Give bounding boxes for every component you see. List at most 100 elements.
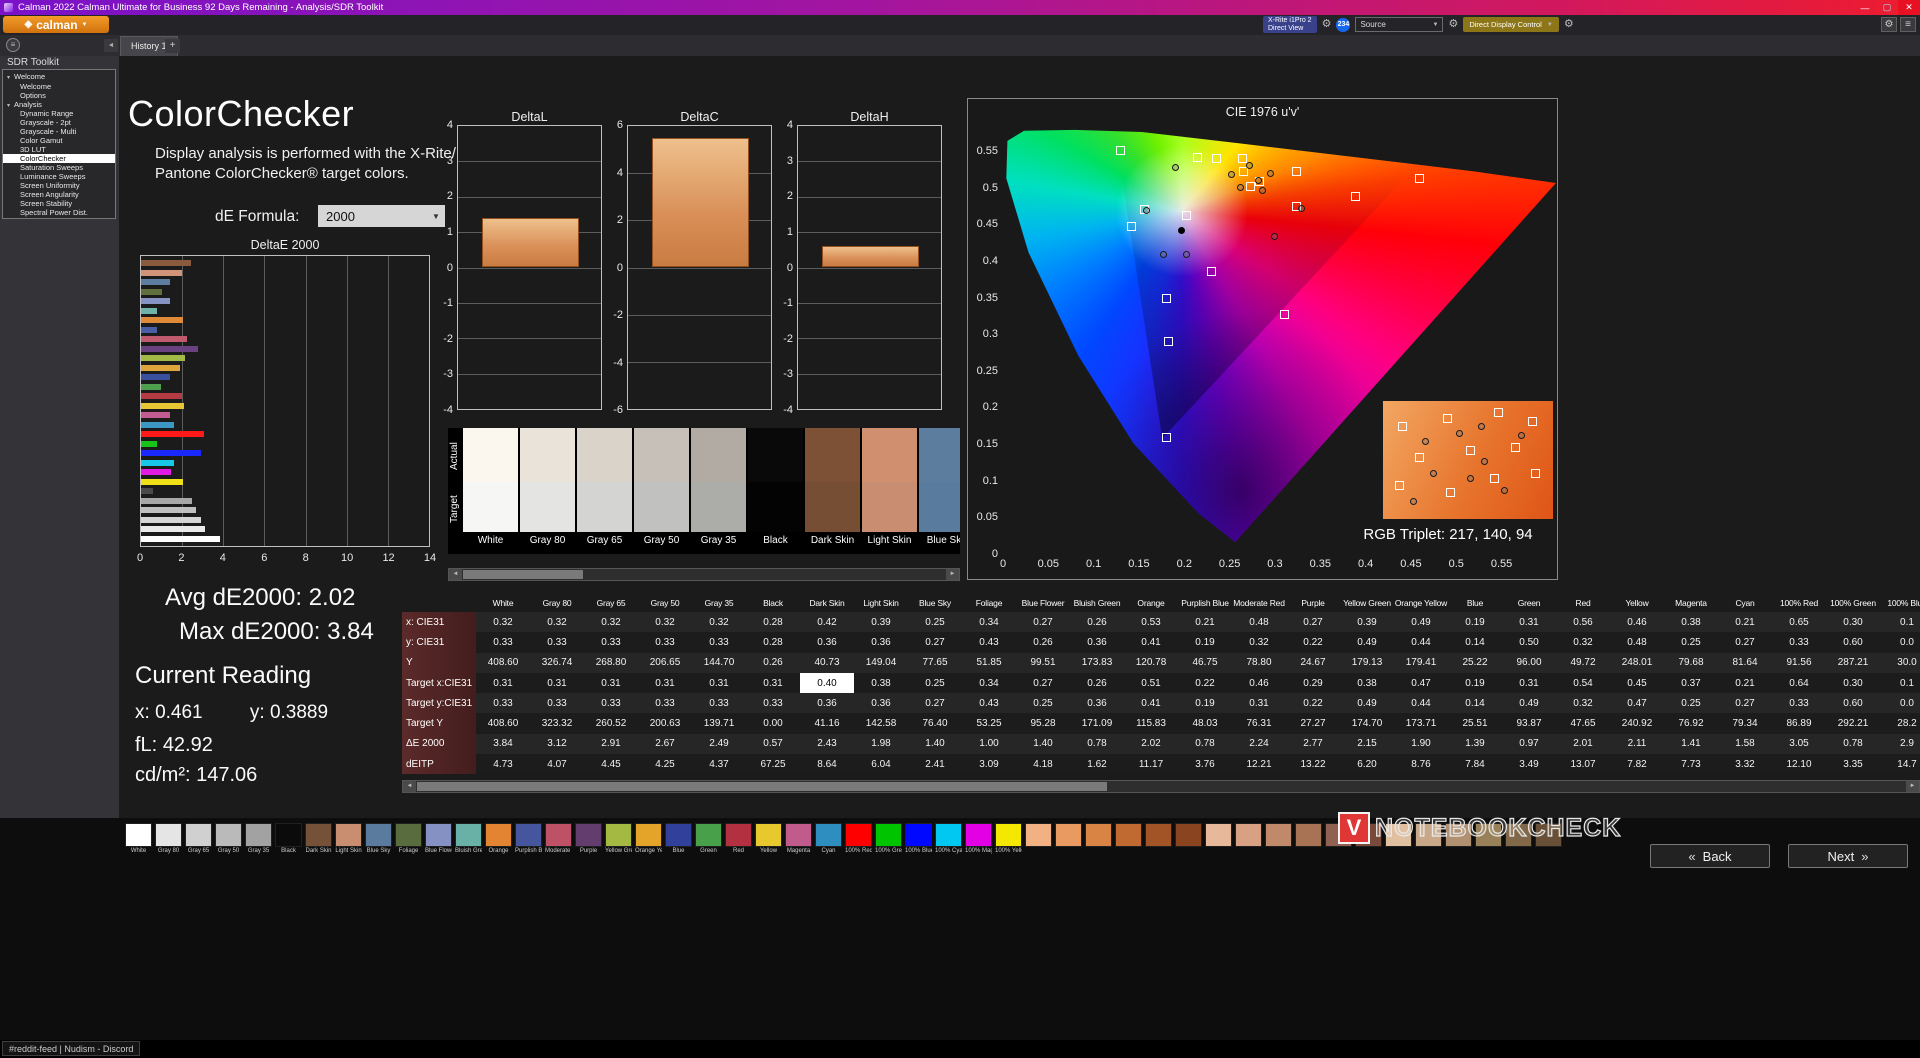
table-cell[interactable]: 27.27 xyxy=(1286,713,1340,733)
table-cell[interactable]: 0.21 xyxy=(1718,673,1772,693)
table-cell[interactable]: 0.19 xyxy=(1448,673,1502,693)
table-cell[interactable]: 49.72 xyxy=(1556,653,1610,673)
table-cell[interactable]: 0.56 xyxy=(1556,612,1610,632)
table-cell[interactable]: 4.07 xyxy=(530,754,584,774)
sidebar-item-color-gamut[interactable]: Color Gamut xyxy=(3,136,115,145)
table-cell[interactable]: 0.28 xyxy=(746,632,800,652)
table-cell[interactable]: 0.60 xyxy=(1826,693,1880,713)
table-cell[interactable]: 0.26 xyxy=(1070,612,1124,632)
table-cell[interactable]: 0.32 xyxy=(692,612,746,632)
table-cell[interactable]: 0.0 xyxy=(1880,693,1920,713)
table-cell[interactable]: 3.49 xyxy=(1502,754,1556,774)
table-cell[interactable]: 0.29 xyxy=(1286,673,1340,693)
table-cell[interactable]: 0.41 xyxy=(1124,632,1178,652)
table-cell[interactable]: 0.33 xyxy=(584,632,638,652)
table-cell[interactable]: 96.00 xyxy=(1502,653,1556,673)
table-cell[interactable]: 78.80 xyxy=(1232,653,1286,673)
minimize-button[interactable]: — xyxy=(1854,0,1876,15)
table-cell[interactable]: 0.50 xyxy=(1502,632,1556,652)
table-cell[interactable]: 0.39 xyxy=(854,612,908,632)
table-cell[interactable]: 0.27 xyxy=(1718,632,1772,652)
table-cell[interactable]: 2.24 xyxy=(1232,734,1286,754)
table-cell[interactable]: 1.40 xyxy=(1016,734,1070,754)
table-cell[interactable]: 287.21 xyxy=(1826,653,1880,673)
table-cell[interactable]: 2.49 xyxy=(692,734,746,754)
table-cell[interactable]: 0.27 xyxy=(1016,612,1070,632)
table-cell[interactable]: 0.21 xyxy=(1178,612,1232,632)
table-cell[interactable]: 0.1 xyxy=(1880,673,1920,693)
table-cell[interactable]: 0.53 xyxy=(1124,612,1178,632)
sidebar-item-luminance-sweeps[interactable]: Luminance Sweeps xyxy=(3,172,115,181)
table-cell[interactable]: 0.36 xyxy=(800,632,854,652)
sequence-patch-gray-65[interactable]: Gray 65 xyxy=(185,823,212,856)
tab-scroll-left-button[interactable]: ◄ xyxy=(104,39,118,52)
table-cell[interactable]: 13.22 xyxy=(1286,754,1340,774)
table-cell[interactable]: 14.7 xyxy=(1880,754,1920,774)
table-cell[interactable]: 206.65 xyxy=(638,653,692,673)
table-cell[interactable]: 4.45 xyxy=(584,754,638,774)
table-cell[interactable]: 81.64 xyxy=(1718,653,1772,673)
sidebar-item-screen-stability[interactable]: Screen Stability xyxy=(3,199,115,208)
sequence-patch-black[interactable]: Black xyxy=(275,823,302,856)
sidebar-item-options[interactable]: Options xyxy=(3,91,115,100)
table-cell[interactable]: 0.26 xyxy=(1016,632,1070,652)
add-tab-button[interactable]: + xyxy=(165,39,180,53)
table-cell[interactable]: 4.18 xyxy=(1016,754,1070,774)
table-cell[interactable]: 0.49 xyxy=(1340,693,1394,713)
table-cell[interactable]: 6.20 xyxy=(1340,754,1394,774)
sequence-patch-35[interactable] xyxy=(1175,823,1202,856)
table-cell[interactable]: 0.28 xyxy=(746,612,800,632)
table-cell[interactable]: 2.11 xyxy=(1610,734,1664,754)
table-cell[interactable]: 0.44 xyxy=(1394,693,1448,713)
table-cell[interactable]: 2.77 xyxy=(1286,734,1340,754)
table-cell[interactable]: 0.33 xyxy=(530,632,584,652)
table-cell[interactable]: 79.34 xyxy=(1718,713,1772,733)
table-cell[interactable]: 2.91 xyxy=(584,734,638,754)
table-cell[interactable]: 0.33 xyxy=(638,693,692,713)
sidebar-item-colorchecker[interactable]: ColorChecker xyxy=(3,154,115,163)
table-cell[interactable]: 0.33 xyxy=(692,632,746,652)
table-cell[interactable]: 0.22 xyxy=(1286,693,1340,713)
table-cell[interactable]: 0.19 xyxy=(1178,632,1232,652)
table-cell[interactable]: 0.32 xyxy=(1556,693,1610,713)
sequence-patch-gray-50[interactable]: Gray 50 xyxy=(215,823,242,856)
table-cell[interactable]: 0.41 xyxy=(1124,693,1178,713)
table-cell[interactable]: 41.16 xyxy=(800,713,854,733)
table-cell[interactable]: 7.84 xyxy=(1448,754,1502,774)
sequence-patch-dark-skin[interactable]: Dark Skin xyxy=(305,823,332,856)
sequence-patch-light-skin[interactable]: Light Skin xyxy=(335,823,362,856)
table-cell[interactable]: 2.43 xyxy=(800,734,854,754)
table-cell[interactable]: 0.31 xyxy=(638,673,692,693)
sequence-patch-purplish-blue[interactable]: Purplish Blue xyxy=(515,823,542,856)
table-cell[interactable]: 4.37 xyxy=(692,754,746,774)
table-cell[interactable]: 8.76 xyxy=(1394,754,1448,774)
table-cell[interactable]: 93.87 xyxy=(1502,713,1556,733)
table-cell[interactable]: 0.27 xyxy=(908,693,962,713)
table-cell[interactable]: 0.31 xyxy=(746,673,800,693)
table-cell[interactable]: 0.31 xyxy=(1232,693,1286,713)
table-cell[interactable]: 0.25 xyxy=(908,673,962,693)
strip-scrollbar[interactable]: ◄ ► xyxy=(448,568,960,581)
table-cell[interactable]: 6.04 xyxy=(854,754,908,774)
table-cell[interactable]: 2.67 xyxy=(638,734,692,754)
table-cell[interactable]: 25.22 xyxy=(1448,653,1502,673)
sequence-patch-orange[interactable]: Orange xyxy=(485,823,512,856)
table-cell[interactable]: 200.63 xyxy=(638,713,692,733)
table-cell[interactable]: 0.39 xyxy=(1340,612,1394,632)
table-cell[interactable]: 3.84 xyxy=(476,734,530,754)
display-settings-gear-icon[interactable]: ⚙ xyxy=(1564,19,1574,30)
meter-settings-gear-icon[interactable]: ⚙ xyxy=(1322,19,1332,30)
maximize-button[interactable]: ▢ xyxy=(1876,0,1898,15)
table-cell[interactable]: 2.41 xyxy=(908,754,962,774)
table-cell[interactable]: 0.60 xyxy=(1826,632,1880,652)
scroll-left-icon[interactable]: ◄ xyxy=(449,569,462,580)
table-cell[interactable]: 0.27 xyxy=(1718,693,1772,713)
table-cell[interactable]: 149.04 xyxy=(854,653,908,673)
sidebar-item-screen-uniformity[interactable]: Screen Uniformity xyxy=(3,181,115,190)
table-cell[interactable]: 91.56 xyxy=(1772,653,1826,673)
table-cell[interactable]: 0.31 xyxy=(584,673,638,693)
sequence-patch-blue[interactable]: Blue xyxy=(665,823,692,856)
table-scrollbar-thumb[interactable] xyxy=(417,782,1107,791)
menu-button[interactable]: ≡ xyxy=(1900,17,1916,32)
de-formula-dropdown[interactable]: 2000 ▼ xyxy=(318,205,445,227)
